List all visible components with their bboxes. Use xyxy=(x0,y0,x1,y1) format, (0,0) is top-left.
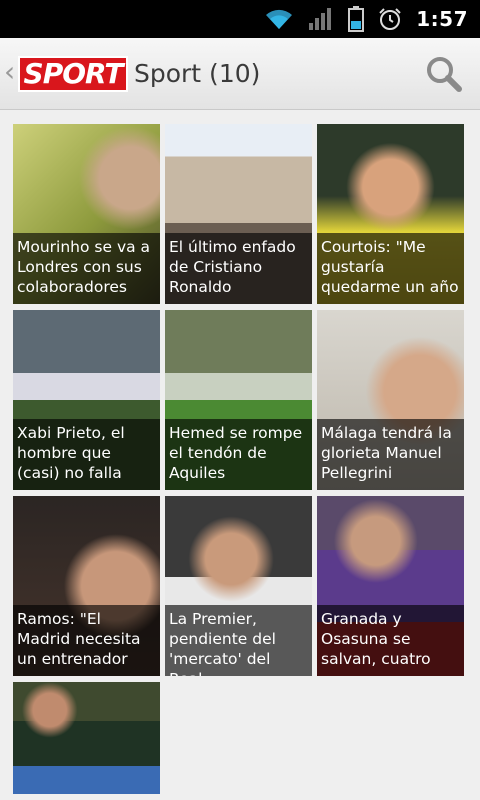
news-caption: Hemed se rompe el tendón de Aquiles xyxy=(165,419,312,490)
news-tile[interactable]: Málaga tendrá la glorieta Manuel Pellegr… xyxy=(317,310,464,490)
app-logo[interactable]: SPORT xyxy=(18,56,128,92)
alarm-icon xyxy=(379,8,401,30)
news-caption: Xabi Prieto, el hombre que (casi) no fal… xyxy=(13,419,160,490)
news-caption: Granada y Osasuna se salvan, cuatro xyxy=(317,605,464,676)
battery-icon xyxy=(348,6,365,32)
news-tile[interactable]: Courtois: "Me gustaría quedarme un año xyxy=(317,124,464,304)
status-clock: 1:57 xyxy=(416,7,468,31)
news-photo xyxy=(13,682,160,794)
news-tile[interactable]: El último enfado de Cristiano Ronaldo xyxy=(165,124,312,304)
news-caption: Mourinho se va a Londres con sus colabor… xyxy=(13,233,160,304)
status-bar: 1:57 xyxy=(0,0,480,38)
status-icons: 1:57 xyxy=(264,6,468,32)
news-tile[interactable] xyxy=(13,682,160,794)
news-tile[interactable]: Ramos: "El Madrid necesita un entrenador xyxy=(13,496,160,676)
news-caption: La Premier, pendiente del 'mercato' del … xyxy=(165,605,312,676)
wifi-icon xyxy=(266,9,293,29)
news-caption: Courtois: "Me gustaría quedarme un año xyxy=(317,233,464,304)
action-bar: ‹ SPORT Sport (10) xyxy=(0,38,480,110)
news-tile[interactable]: Xabi Prieto, el hombre que (casi) no fal… xyxy=(13,310,160,490)
news-caption: Málaga tendrá la glorieta Manuel Pellegr… xyxy=(317,419,464,490)
back-caret-icon[interactable]: ‹ xyxy=(4,58,15,86)
signal-icon xyxy=(309,8,332,30)
news-tile[interactable]: Granada y Osasuna se salvan, cuatro xyxy=(317,496,464,676)
news-tile[interactable]: Mourinho se va a Londres con sus colabor… xyxy=(13,124,160,304)
logo-text: SPORT xyxy=(23,57,124,90)
search-icon[interactable] xyxy=(424,54,464,94)
news-tile[interactable]: La Premier, pendiente del 'mercato' del … xyxy=(165,496,312,676)
news-caption: El último enfado de Cristiano Ronaldo xyxy=(165,233,312,304)
page-title: Sport (10) xyxy=(134,59,261,88)
news-tile[interactable]: Hemed se rompe el tendón de Aquiles xyxy=(165,310,312,490)
news-caption: Ramos: "El Madrid necesita un entrenador xyxy=(13,605,160,676)
